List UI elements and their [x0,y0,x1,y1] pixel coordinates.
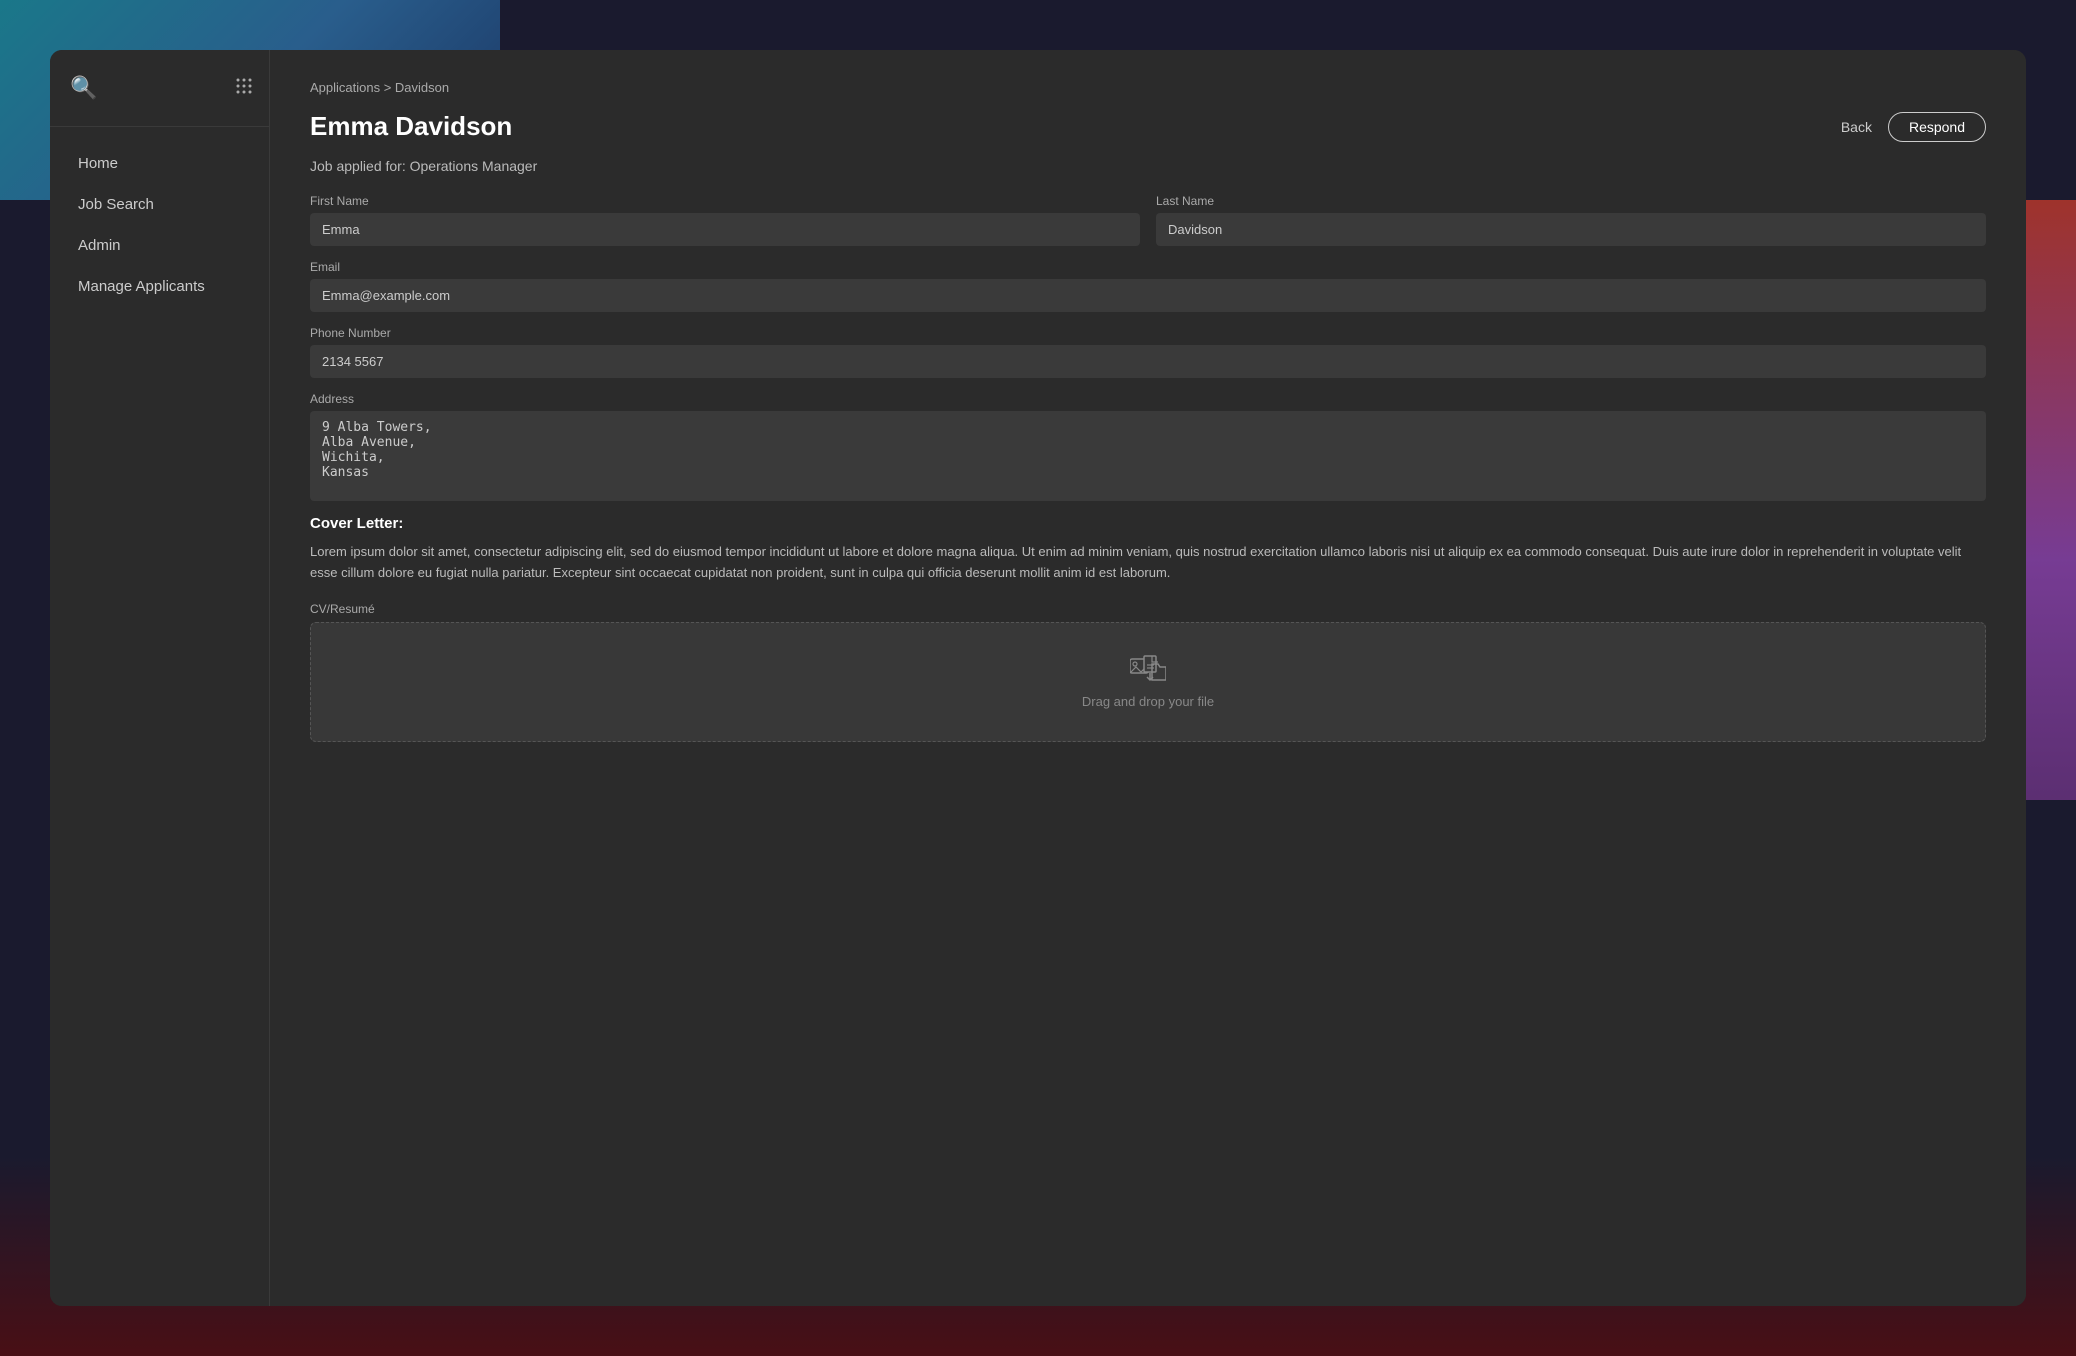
sidebar-item-admin[interactable]: Admin [58,227,261,264]
page-title: Emma Davidson [310,111,512,142]
address-label: Address [310,392,1986,406]
grid-icon[interactable] [235,77,253,100]
email-group: Email [310,260,1986,312]
last-name-input[interactable] [1156,213,1986,246]
respond-button[interactable]: Respond [1888,112,1986,142]
first-name-label: First Name [310,194,1140,208]
cv-drop-text: Drag and drop your file [1082,694,1214,709]
sidebar: 🔍 Home Job Sea [50,50,270,1306]
phone-group: Phone Number [310,326,1986,378]
breadcrumb: Applications > Davidson [310,80,1986,95]
email-label: Email [310,260,1986,274]
sidebar-item-manage-applicants[interactable]: Manage Applicants [58,268,261,305]
sidebar-item-job-search[interactable]: Job Search [58,186,261,223]
address-group: Address [310,392,1986,501]
phone-label: Phone Number [310,326,1986,340]
sidebar-item-home[interactable]: Home [58,145,261,182]
phone-input[interactable] [310,345,1986,378]
cover-letter-body: Lorem ipsum dolor sit amet, consectetur … [310,542,1986,584]
main-window: 🔍 Home Job Sea [50,50,2026,1306]
job-applied-info: Job applied for: Operations Manager [310,158,1986,174]
name-row: First Name Last Name [310,194,1986,246]
back-button[interactable]: Back [1841,119,1872,135]
last-name-group: Last Name [1156,194,1986,246]
header-actions: Back Respond [1841,112,1986,142]
sidebar-nav: Home Job Search Admin Manage Applicants [50,127,269,323]
main-content-area: Applications > Davidson Emma Davidson Ba… [270,50,2026,1306]
last-name-label: Last Name [1156,194,1986,208]
logo-icon: 🔍 [66,70,102,106]
email-input[interactable] [310,279,1986,312]
address-textarea[interactable] [310,411,1986,501]
email-row: Email [310,260,1986,312]
address-row: Address [310,392,1986,501]
cover-letter-title: Cover Letter: [310,515,1986,532]
cv-dropzone[interactable]: Drag and drop your file [310,622,1986,742]
cv-upload-icons [1130,654,1166,684]
phone-row: Phone Number [310,326,1986,378]
sidebar-header: 🔍 [50,50,269,127]
first-name-input[interactable] [310,213,1140,246]
first-name-group: First Name [310,194,1140,246]
cv-label: CV/Resumé [310,602,1986,616]
page-header: Emma Davidson Back Respond [310,111,1986,142]
